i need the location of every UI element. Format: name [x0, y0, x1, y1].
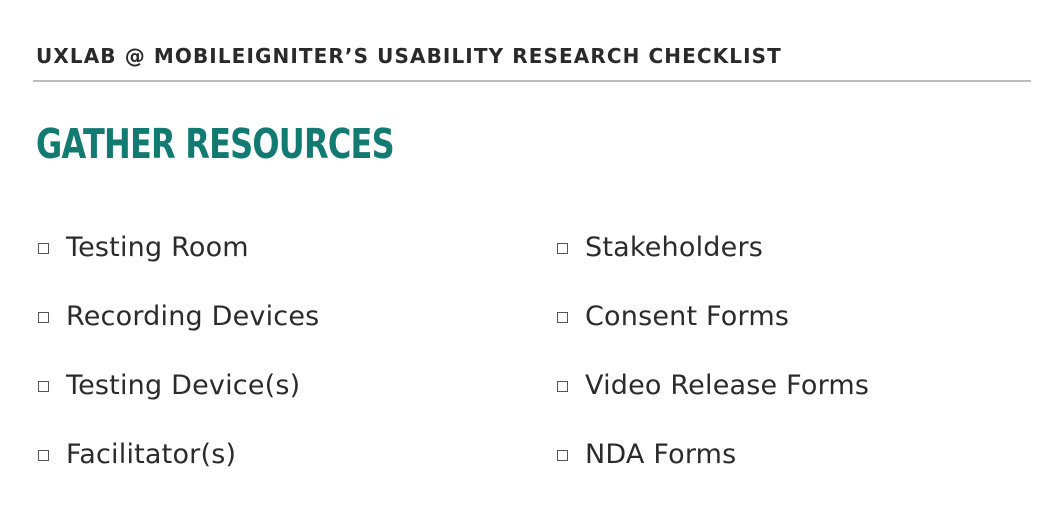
section-title: GATHER RESOURCES [36, 120, 395, 168]
checklist-item-label: NDA Forms [585, 439, 737, 470]
checklist-item-label: Video Release Forms [585, 370, 870, 401]
checklist-item-testing-devices[interactable]: Testing Device(s) [38, 362, 319, 431]
checklist-item-label: Consent Forms [585, 301, 790, 332]
checklist-column-left: Testing Room Recording Devices Testing D… [38, 224, 319, 500]
checkbox[interactable] [38, 243, 49, 254]
checkbox[interactable] [38, 312, 49, 323]
checklist-item-facilitators[interactable]: Facilitator(s) [38, 431, 319, 500]
checkbox[interactable] [557, 243, 568, 254]
checklist-item-recording-devices[interactable]: Recording Devices [38, 293, 319, 362]
checklist-item-stakeholders[interactable]: Stakeholders [557, 224, 869, 293]
checkbox[interactable] [38, 450, 49, 461]
checklist-item-consent-forms[interactable]: Consent Forms [557, 293, 869, 362]
checklist-item-label: Testing Room [66, 232, 249, 263]
checkbox[interactable] [557, 381, 568, 392]
checkbox[interactable] [557, 312, 568, 323]
checklist-item-testing-room[interactable]: Testing Room [38, 224, 319, 293]
checklist-item-label: Testing Device(s) [66, 370, 301, 401]
checklist-item-label: Recording Devices [66, 301, 320, 332]
checkbox[interactable] [38, 381, 49, 392]
checklist-column-right: Stakeholders Consent Forms Video Release… [557, 224, 869, 500]
checkbox[interactable] [557, 450, 568, 461]
header-divider [33, 80, 1031, 82]
checklist-item-nda-forms[interactable]: NDA Forms [557, 431, 869, 500]
checklist-item-label: Stakeholders [585, 232, 764, 263]
checklist-item-video-release-forms[interactable]: Video Release Forms [557, 362, 869, 431]
checklist-item-label: Facilitator(s) [66, 439, 237, 470]
document-header: UXLAB @ MOBILEIGNITER’S USABILITY RESEAR… [36, 44, 782, 68]
